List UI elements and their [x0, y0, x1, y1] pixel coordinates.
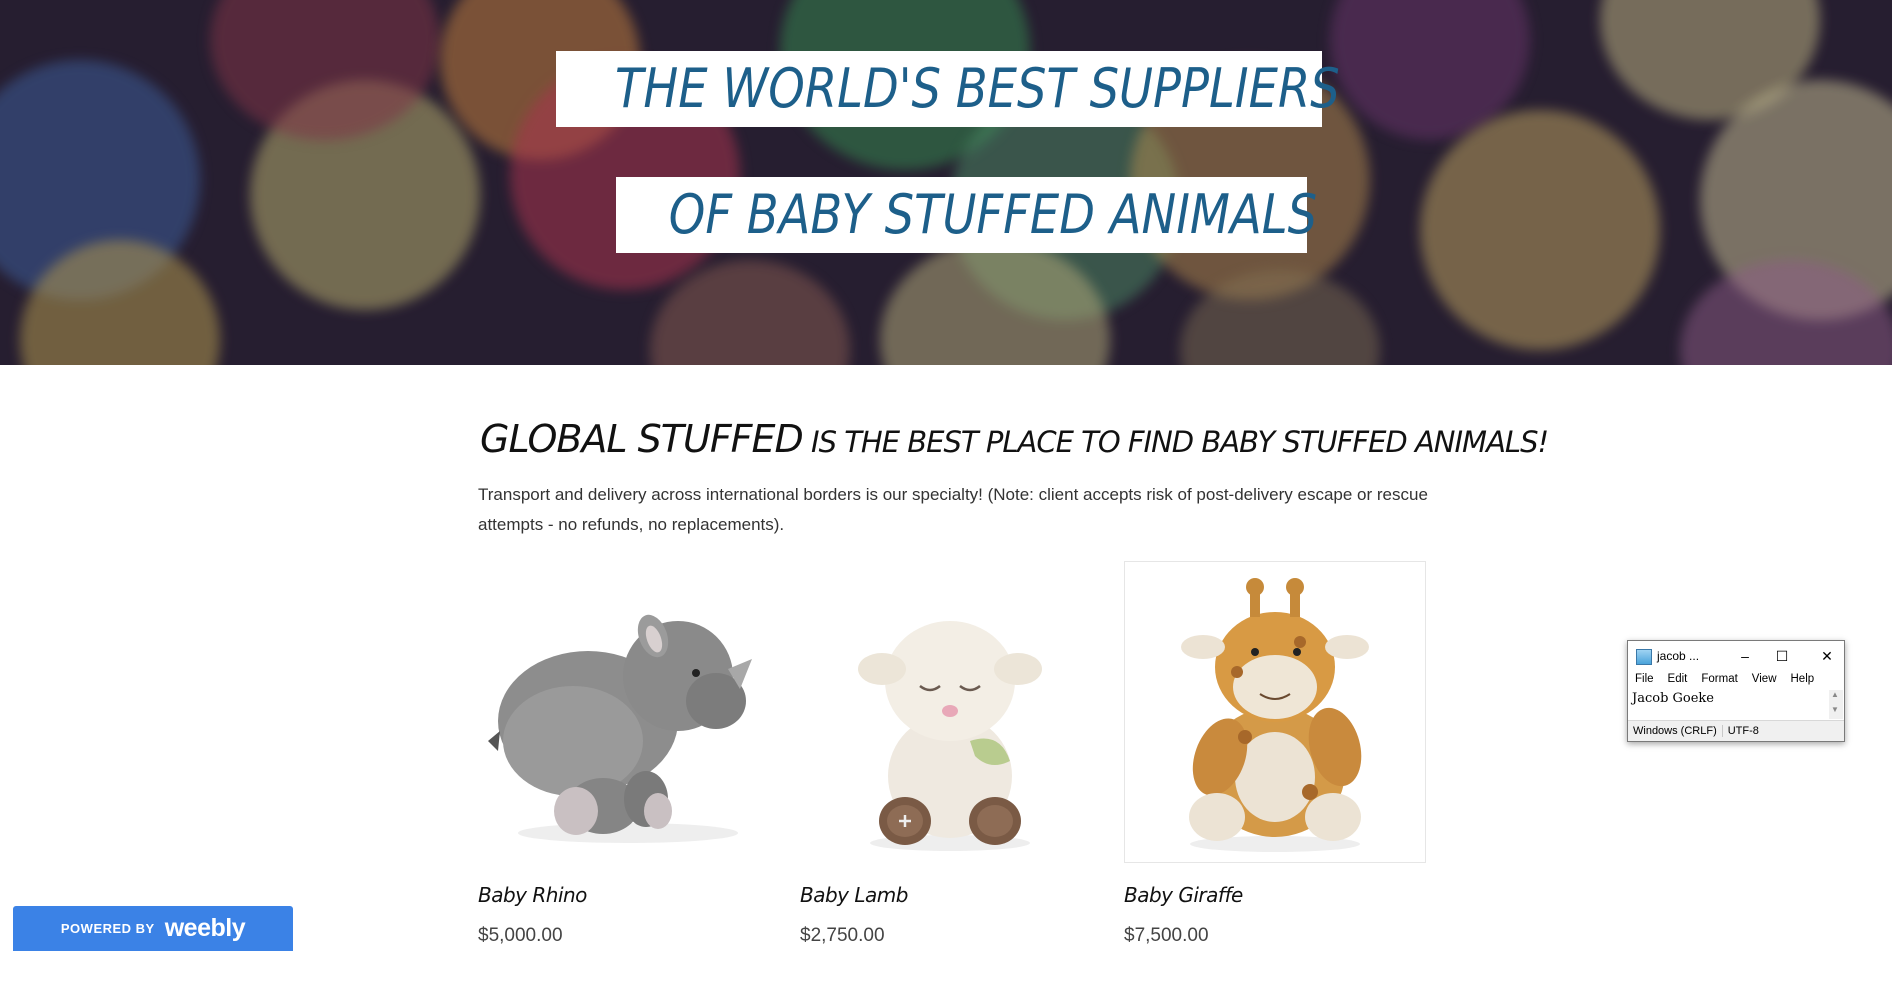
scroll-down-icon[interactable]: ▼	[1831, 705, 1839, 714]
hero-title-line-2: OF BABY STUFFED ANIMALS	[616, 177, 1317, 253]
notepad-text-area[interactable]: Jacob Goeke	[1632, 690, 1828, 716]
page-headline: GLOBAL STUFFED IS THE BEST PLACE TO FIND…	[480, 417, 1549, 461]
product-price: $2,750.00	[800, 925, 885, 946]
notepad-titlebar[interactable]: jacob ... – ☐ ✕	[1628, 641, 1844, 671]
menu-help[interactable]: Help	[1784, 673, 1822, 689]
menu-file[interactable]: File	[1628, 673, 1661, 689]
notepad-menubar: File Edit Format View Help	[1628, 673, 1844, 689]
menu-view[interactable]: View	[1745, 673, 1784, 689]
headline-rest: IS THE BEST PLACE TO FIND BABY STUFFED A…	[802, 425, 1549, 459]
close-icon[interactable]: ✕	[1816, 645, 1838, 667]
line-ending-status: Windows (CRLF)	[1628, 725, 1723, 737]
hero-banner: THE WORLD'S BEST SUPPLIERS OF BABY STUFF…	[0, 0, 1892, 365]
notepad-title: jacob ...	[1657, 649, 1700, 663]
notepad-app-icon	[1636, 649, 1652, 665]
product-image-rhino[interactable]	[478, 561, 778, 861]
minimize-icon[interactable]: –	[1734, 645, 1756, 667]
scroll-up-icon[interactable]: ▲	[1831, 690, 1839, 699]
encoding-status: UTF-8	[1727, 725, 1759, 737]
product-name[interactable]: Baby Rhino	[478, 883, 587, 907]
notepad-scrollbar[interactable]: ▲ ▼	[1829, 690, 1843, 719]
powered-by-label: POWERED BY	[60, 921, 155, 936]
product-image-giraffe[interactable]	[1124, 561, 1426, 863]
product-card[interactable]: Baby Giraffe $7,500.00	[1124, 561, 1426, 946]
product-image-lamb[interactable]	[800, 561, 1100, 861]
product-card[interactable]: Baby Lamb $2,750.00	[800, 561, 1102, 946]
product-price: $5,000.00	[478, 925, 563, 946]
product-name[interactable]: Baby Lamb	[800, 883, 908, 907]
notepad-window[interactable]: jacob ... – ☐ ✕ File Edit Format View He…	[1627, 640, 1845, 742]
maximize-icon[interactable]: ☐	[1771, 645, 1793, 667]
powered-by-weebly-badge[interactable]: POWERED BY weebly	[13, 906, 293, 951]
product-grid: Baby Rhino $5,000.00 Baby Lamb $2,750.00…	[478, 561, 1438, 981]
weebly-logo: weebly	[164, 914, 246, 942]
menu-edit[interactable]: Edit	[1661, 673, 1695, 689]
menu-format[interactable]: Format	[1694, 673, 1744, 689]
product-card[interactable]: Baby Rhino $5,000.00	[478, 561, 780, 946]
intro-text: Transport and delivery across internatio…	[478, 485, 1428, 534]
product-name[interactable]: Baby Giraffe	[1124, 883, 1243, 907]
headline-brand: GLOBAL STUFFED	[480, 417, 804, 461]
notepad-statusbar: Windows (CRLF) UTF-8	[1628, 720, 1844, 741]
product-price: $7,500.00	[1124, 925, 1209, 946]
hero-title-line-1: THE WORLD'S BEST SUPPLIERS	[556, 51, 1340, 127]
